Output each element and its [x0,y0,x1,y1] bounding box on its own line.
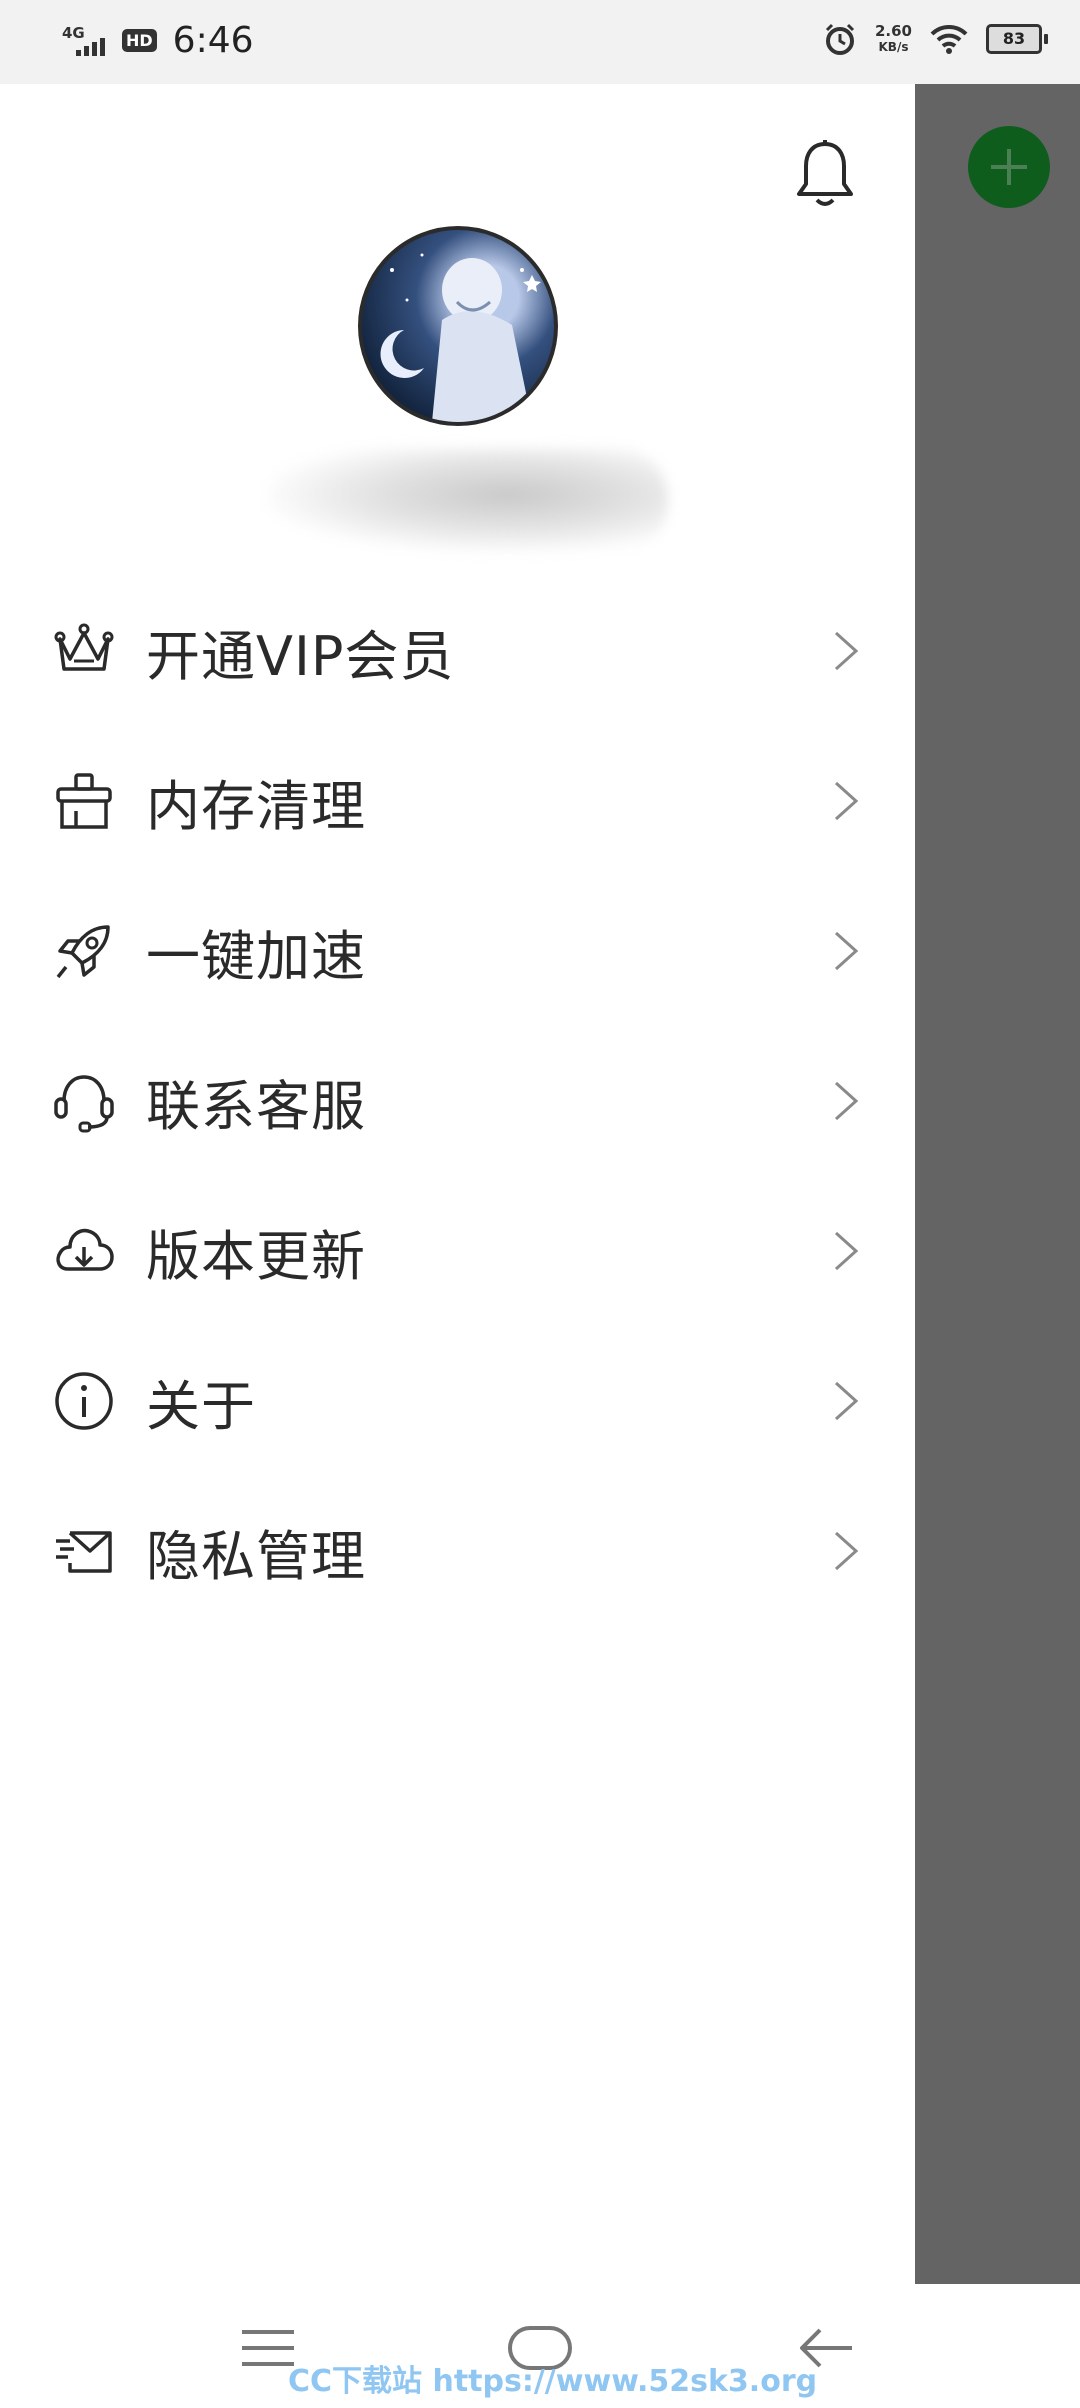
network-speed: 2.60 KB/s [875,23,912,55]
mail-icon [56,1531,112,1573]
avatar-illustration [380,253,541,422]
chevron-right-icon [834,1081,859,1121]
menu-item-label: 联系客服 [146,1074,366,1138]
cloud-download-icon [56,1228,114,1271]
menu-item-about[interactable]: 关于 [0,1326,915,1476]
status-right: 2.60 KB/s 83 [823,22,1048,56]
notification-bell-icon[interactable] [792,138,858,210]
menu-item-vip[interactable]: 开通VIP会员 [0,576,915,726]
status-time: 6:46 [172,20,254,61]
menu-item-speed-up[interactable]: 一键加速 [0,876,915,1026]
watermark-text: CC下载站 https://www.52sk3.org [288,2364,818,2399]
network-type: 4G [62,24,85,42]
hd-badge: HD [122,29,157,52]
battery-indicator: 83 [986,24,1048,54]
crown-icon [54,623,114,671]
add-fab-button[interactable] [968,126,1050,208]
user-avatar[interactable] [358,226,558,426]
signal-icon: 4G [62,24,105,56]
chevron-right-icon [834,931,859,971]
rocket-icon [56,925,110,979]
plus-icon [991,149,1027,185]
menu-item-customer-service[interactable]: 联系客服 [0,1026,915,1176]
chevron-right-icon [834,1231,859,1271]
chevron-right-icon [834,631,859,671]
menu-item-privacy[interactable]: 隐私管理 [0,1476,915,1626]
broom-icon [56,773,112,829]
menu-item-version-update[interactable]: 版本更新 [0,1176,915,1326]
drawer-menu: 开通VIP会员 内存清理 一键加速 联系客服 版本更新 关于 隐私管理 [0,576,915,1626]
menu-item-label: 版本更新 [146,1224,366,1288]
menu-item-label: 开通VIP会员 [146,624,455,688]
drawer-scrim[interactable] [915,84,1080,2284]
menu-item-memory-clean[interactable]: 内存清理 [0,726,915,876]
alarm-icon [825,23,855,55]
speed-value: 2.60 [874,22,912,40]
headset-icon [54,1075,114,1133]
menu-item-label: 隐私管理 [146,1524,366,1588]
menu-item-label: 内存清理 [146,774,366,838]
status-bar: 4G HD 6:46 2.60 KB/s 83 [0,0,1080,84]
username-blurred [268,448,668,552]
menu-item-label: 一键加速 [146,924,366,988]
chevron-right-icon [834,1531,859,1571]
menu-item-label: 关于 [146,1374,256,1438]
status-left: 4G HD 6:46 [62,20,254,61]
speed-unit: KB/s [878,40,909,54]
chevron-right-icon [834,781,859,821]
chevron-right-icon [834,1381,859,1421]
wifi-icon [930,24,968,54]
info-icon [55,1372,113,1430]
